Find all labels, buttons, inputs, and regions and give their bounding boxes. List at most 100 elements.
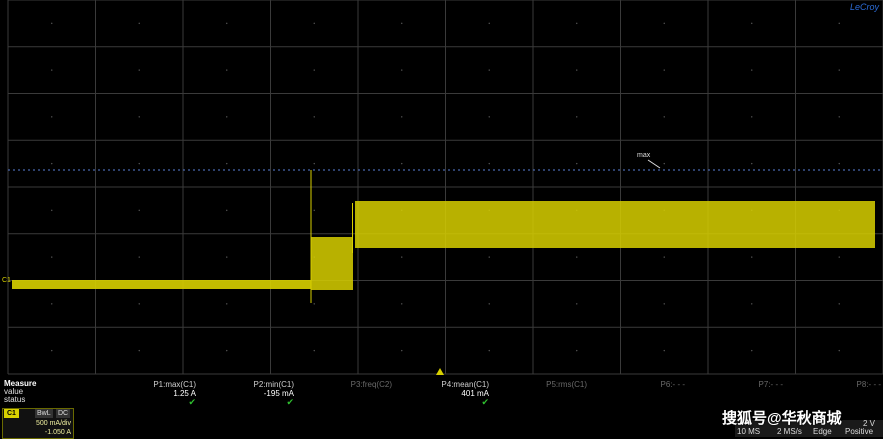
grid-dot — [838, 69, 840, 71]
grid-dot — [838, 256, 840, 258]
trace-transition-edge — [352, 203, 353, 253]
grid-dot — [138, 69, 140, 71]
timebase-scale: 10 MS — [737, 427, 761, 436]
status-pass-icon: ✔ — [481, 397, 489, 407]
grid-dot — [226, 69, 228, 71]
sample-rate: 2 MS/s — [777, 427, 802, 436]
measurement-panel: Measure value status P1:max(C1) 1.25 A ✔… — [0, 376, 883, 409]
grid-dot — [138, 22, 140, 25]
grid-dot — [401, 349, 403, 352]
grid-dot — [138, 209, 140, 212]
grid-dot — [51, 22, 53, 25]
grid-dot — [313, 116, 315, 118]
grid-dot — [751, 303, 753, 305]
grid-dot — [51, 349, 53, 352]
grid-dot — [51, 209, 53, 212]
param-label: P5:rms(C1) — [546, 380, 587, 389]
param-label: P8:- - - — [856, 380, 881, 389]
trigger-slope: Positive — [845, 427, 874, 436]
grid-dot — [138, 256, 140, 258]
param-p2[interactable]: P2:min(C1) -195 mA ✔ — [228, 380, 294, 407]
grid-dot — [401, 69, 403, 71]
param-p6[interactable]: P6:- - - — [619, 380, 685, 389]
vertical-offset: -1.050 A — [44, 429, 71, 436]
grid-dot — [663, 69, 665, 71]
grid-dot — [51, 116, 53, 118]
grid-dot — [226, 209, 228, 212]
grid-dot — [838, 162, 840, 165]
param-value: 1.25 A — [173, 389, 196, 398]
grid-dot — [576, 22, 578, 25]
trigger-type: Edge — [813, 427, 832, 436]
grid-dot — [51, 303, 53, 305]
grid-dot — [488, 349, 490, 352]
param-label: P7:- - - — [758, 380, 783, 389]
grid-dot — [226, 162, 228, 165]
grid-dot — [401, 256, 403, 258]
grid-dot — [138, 116, 140, 118]
grid-dot — [488, 69, 490, 71]
max-cursor-pointer — [647, 159, 661, 169]
grid-dot — [751, 162, 753, 165]
param-p8[interactable]: P8:- - - — [815, 380, 881, 389]
grid-dot — [488, 303, 490, 305]
grid-dot — [401, 162, 403, 165]
grid-dot — [751, 69, 753, 71]
grid-dot — [663, 256, 665, 258]
brand-logo: LeCroy — [849, 2, 879, 12]
grid-dot — [313, 303, 315, 305]
grid-dot — [488, 22, 490, 25]
grid-dot — [138, 162, 140, 165]
grid-dot — [576, 116, 578, 118]
waveform-display[interactable] — [0, 0, 883, 437]
grid-dot — [401, 116, 403, 118]
watermark: 搜狐号@华秋商城 — [722, 410, 842, 427]
param-p5[interactable]: P5:rms(C1) — [521, 380, 587, 389]
graticule — [7, 0, 883, 375]
param-label: P6:- - - — [660, 380, 685, 389]
param-value: -195 mA — [263, 389, 294, 398]
grid-dot — [226, 256, 228, 258]
grid-dot — [838, 22, 840, 25]
grid-dot — [313, 22, 315, 25]
channel-tag: C1 — [4, 409, 19, 418]
grid-dot — [576, 256, 578, 258]
grid-dot — [576, 69, 578, 71]
grid-dot — [138, 303, 140, 305]
grid-dot — [313, 349, 315, 352]
grid-dot — [838, 303, 840, 305]
param-label: P1:max(C1) — [153, 380, 196, 389]
grid-dot — [751, 349, 753, 352]
grid-dot — [751, 256, 753, 258]
grid-dot — [751, 116, 753, 118]
grid-dot — [226, 116, 228, 118]
channel-1-trace — [12, 170, 875, 303]
vertical-scale: 500 mA/div — [35, 420, 71, 427]
grid-dot — [488, 162, 490, 165]
grid-dot — [576, 349, 578, 352]
param-p4[interactable]: P4:mean(C1) 401 mA ✔ — [423, 380, 489, 407]
trace-active-segment — [355, 201, 875, 248]
coupling-badge: DC — [56, 409, 71, 418]
status-pass-icon: ✔ — [188, 397, 196, 407]
trigger-level: 2 V — [863, 419, 876, 428]
trace-idle-segment — [12, 280, 311, 289]
grid-dot — [663, 162, 665, 165]
grid-dot — [488, 116, 490, 118]
grid-dot — [226, 303, 228, 305]
channel-1-descriptor[interactable]: C1 BwL DC 500 mA/div -1.050 A — [2, 408, 74, 439]
grid-dot — [576, 162, 578, 165]
param-label: P3:freq(C2) — [350, 380, 392, 389]
grid-dot — [51, 162, 53, 165]
status-row-label: status — [4, 395, 26, 404]
trigger-position-marker[interactable] — [436, 368, 444, 375]
grid-dot — [488, 256, 490, 258]
grid-dot — [313, 69, 315, 71]
param-p1[interactable]: P1:max(C1) 1.25 A ✔ — [130, 380, 196, 407]
status-pass-icon: ✔ — [286, 397, 294, 407]
grid-dot — [226, 349, 228, 352]
param-p7[interactable]: P7:- - - — [717, 380, 783, 389]
channel-1-ground-marker[interactable]: C1 — [2, 277, 11, 284]
param-p3[interactable]: P3:freq(C2) — [326, 380, 392, 389]
grid-dot — [401, 303, 403, 305]
